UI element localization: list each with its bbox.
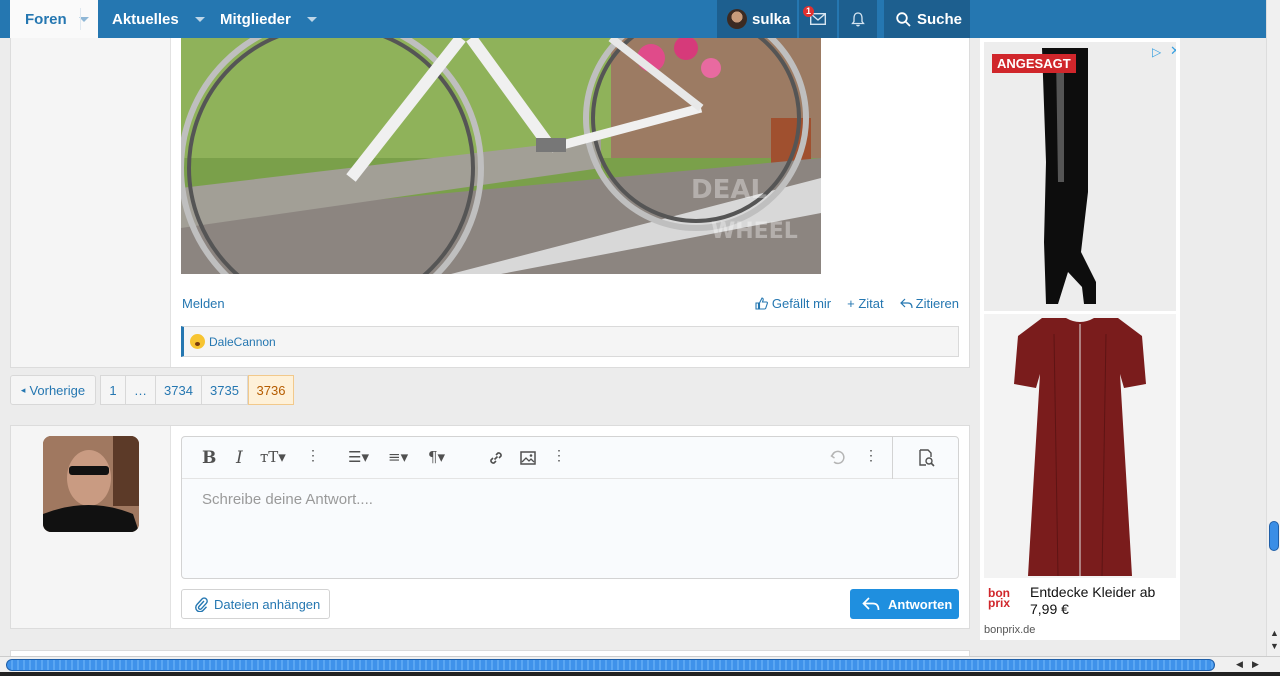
tab-aktuelles-label: Aktuelles	[112, 10, 179, 28]
post-message: DEAL WHEEL Melden Gefällt mir + Zitat Zi…	[10, 38, 970, 368]
avatar-photo	[43, 436, 139, 532]
page-link[interactable]: 3735	[202, 375, 248, 405]
scroll-left-icon[interactable]: ◀	[1236, 659, 1243, 670]
wow-reaction-icon	[190, 334, 205, 349]
chevron-down-icon[interactable]	[194, 16, 205, 22]
ad-badge: ANGESAGT	[992, 54, 1076, 73]
ad-brand-logo: bon prix	[988, 587, 1011, 610]
top-nav: Foren Aktuelles Mitglieder sulka 1 Suche	[0, 0, 1266, 38]
ad-boots-image[interactable]: ANGESAGT ▷ ✕	[984, 42, 1176, 311]
attach-files-label: Dateien anhängen	[214, 596, 321, 612]
reply-user-column	[11, 426, 171, 628]
search-icon	[896, 11, 911, 27]
horizontal-scroll-thumb[interactable]	[6, 659, 1215, 671]
ad-logo-line2: prix	[988, 596, 1011, 610]
close-icon[interactable]: ✕	[1170, 43, 1176, 59]
multiquote-button[interactable]: + Zitat	[847, 296, 884, 311]
attach-files-button[interactable]: Dateien anhängen	[181, 589, 330, 619]
post-actions: Melden Gefällt mir + Zitat Zitieren	[182, 296, 959, 314]
italic-icon[interactable]: I	[236, 448, 243, 468]
inbox-button[interactable]: 1	[799, 0, 837, 38]
svg-text:DEAL: DEAL	[691, 175, 767, 205]
tab-mitglieder-label: Mitglieder	[220, 10, 291, 28]
search-button[interactable]: Suche	[884, 0, 970, 38]
scroll-up-icon[interactable]: ▲	[1270, 628, 1279, 638]
editor-placeholder: Schreibe deine Antwort....	[202, 491, 373, 508]
report-link[interactable]: Melden	[182, 296, 225, 311]
paragraph-icon[interactable]: ¶▾	[428, 448, 445, 466]
post-user-column	[11, 38, 171, 367]
scroll-right-icon[interactable]: ▶	[1252, 659, 1259, 670]
ad-banner[interactable]: ANGESAGT ▷ ✕ bon prix Entdecke Kleider a…	[980, 38, 1180, 640]
ad-dress-image[interactable]	[984, 314, 1176, 578]
bicycle-photo: DEAL WHEEL	[181, 38, 821, 274]
post-attachment-image[interactable]: DEAL WHEEL	[181, 38, 821, 274]
text-size-icon[interactable]: тТ▾	[260, 448, 286, 466]
page-link[interactable]: 3734	[156, 375, 202, 405]
vertical-scrollbar[interactable]: ▲ ▼	[1266, 0, 1280, 656]
tab-foren[interactable]: Foren	[10, 0, 98, 38]
quick-reply: B I тТ▾ ⋮ ☰▾ ≡▾ ¶▾ ⋮ ⋮ Schreibe deine An…	[10, 425, 970, 629]
user-menu[interactable]: sulka	[717, 0, 797, 38]
dress-photo	[984, 314, 1176, 578]
page-link[interactable]: 1	[100, 375, 126, 405]
avatar[interactable]	[43, 436, 139, 532]
reactions-bar: DaleCannon	[181, 326, 959, 357]
post-actions-right: Gefällt mir + Zitat Zitieren	[755, 296, 959, 311]
list-icon[interactable]: ☰▾	[348, 448, 369, 466]
align-icon[interactable]: ≡▾	[388, 448, 408, 466]
preview-icon	[918, 449, 935, 467]
link-icon[interactable]	[488, 450, 504, 466]
pagination: ◂ Vorherige	[10, 375, 96, 405]
prev-page-label: Vorherige	[29, 382, 86, 398]
preview-button[interactable]	[892, 437, 958, 479]
page-ellipsis[interactable]: …	[126, 375, 156, 405]
reply-editor[interactable]: B I тТ▾ ⋮ ☰▾ ≡▾ ¶▾ ⋮ ⋮ Schreibe deine An…	[181, 436, 959, 579]
like-button[interactable]: Gefällt mir	[755, 296, 831, 311]
reply-quote-button[interactable]: Zitieren	[899, 296, 959, 311]
paperclip-icon	[195, 597, 208, 612]
horizontal-scrollbar[interactable]: ◀ ▶	[0, 656, 1280, 672]
like-label: Gefällt mir	[771, 296, 832, 311]
search-label: Suche	[917, 10, 963, 28]
more-icon[interactable]: ⋮	[306, 448, 320, 464]
more-icon[interactable]: ⋮	[864, 448, 878, 464]
username: sulka	[752, 10, 791, 28]
image-icon[interactable]	[520, 451, 536, 465]
reply-submit-button[interactable]: Antworten	[850, 589, 959, 619]
more-icon[interactable]: ⋮	[552, 448, 566, 464]
inbox-badge: 1	[803, 6, 815, 17]
vertical-scroll-thumb[interactable]	[1269, 521, 1279, 551]
undo-icon[interactable]	[830, 450, 847, 466]
ad-headline[interactable]: Entdecke Kleider ab 7,99 €	[1030, 584, 1176, 618]
prev-page-button[interactable]: ◂ Vorherige	[10, 375, 96, 405]
page-numbers: 1 … 3734 3735 3736	[100, 375, 294, 405]
tab-mitglieder[interactable]: Mitglieder	[220, 0, 317, 38]
tab-aktuelles[interactable]: Aktuelles	[112, 0, 205, 38]
avatar	[727, 9, 747, 29]
ad-choices-icon[interactable]: ▷	[1152, 45, 1161, 59]
bell-icon	[851, 11, 865, 26]
svg-text:WHEEL: WHEEL	[711, 219, 798, 244]
boots-photo	[984, 42, 1176, 311]
window-edge	[0, 672, 1280, 676]
reply-submit-label: Antworten	[888, 596, 953, 612]
tab-divider	[80, 8, 81, 30]
bold-icon[interactable]: B	[202, 448, 216, 468]
thumbs-up-icon	[755, 297, 768, 310]
ad-domain[interactable]: bonprix.de	[984, 624, 1035, 636]
quote-label: Zitieren	[915, 296, 959, 311]
reply-icon	[862, 597, 880, 611]
tab-foren-label: Foren	[25, 10, 67, 28]
chevron-down-icon[interactable]	[306, 16, 317, 22]
reply-icon	[899, 298, 913, 309]
chevron-left-icon: ◂	[20, 384, 26, 395]
scroll-down-icon[interactable]: ▼	[1270, 641, 1279, 651]
reaction-user-link[interactable]: DaleCannon	[209, 335, 276, 349]
page-current[interactable]: 3736	[248, 375, 294, 405]
alerts-button[interactable]	[839, 0, 877, 38]
editor-toolbar: B I тТ▾ ⋮ ☰▾ ≡▾ ¶▾ ⋮ ⋮	[182, 437, 958, 479]
